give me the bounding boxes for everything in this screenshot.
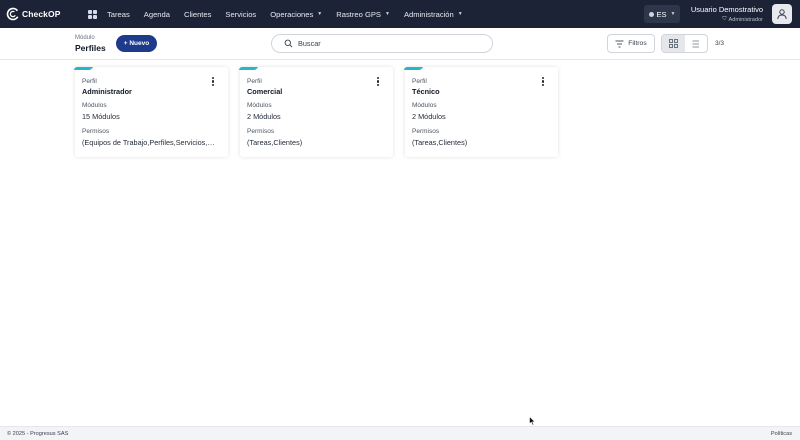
logo-text: CheckOP [22, 9, 61, 19]
page-header: Módulo Perfiles + Nuevo Filtros [0, 28, 800, 60]
nav-label: Agenda [143, 9, 170, 19]
permissions-list: (Tareas,Clientes) [247, 138, 303, 147]
caret-down-icon: ▼ [457, 11, 463, 17]
search-input[interactable] [298, 39, 468, 48]
copyright-text: © 2025 - Progresus SAS [7, 431, 69, 437]
policies-link[interactable]: Políticas [771, 431, 792, 437]
nav-item-operaciones[interactable]: Operaciones ▼ [270, 10, 322, 19]
card-accent [73, 67, 93, 70]
filter-icon [615, 40, 624, 47]
nav-item-agenda[interactable]: Agenda [144, 10, 170, 19]
modules-count: 2 Módulos [412, 112, 446, 121]
grid-icon [668, 39, 678, 48]
view-toggle [661, 34, 708, 53]
modules-count: 2 Módulos [247, 112, 281, 121]
profile-label: Perfil [412, 78, 427, 85]
nav-item-tareas[interactable]: Tareas [107, 10, 130, 19]
user-info[interactable]: Usuario Demostrativo ⛉ Administrador [691, 5, 763, 23]
globe-icon [648, 11, 654, 17]
home-grid-icon[interactable] [88, 9, 97, 19]
module-label: Módulo [75, 35, 95, 41]
permissions-label: Permisos [412, 128, 440, 135]
permissions-label: Permisos [247, 128, 275, 135]
caret-down-icon: ▼ [670, 11, 676, 17]
nav-label: Clientes [183, 9, 212, 19]
nav-label: Operaciones [270, 9, 314, 19]
page-title: Perfiles [75, 43, 106, 53]
user-name: Usuario Demostrativo [690, 5, 763, 14]
user-role: ⛉ Administrador [691, 16, 763, 23]
nav-label: Administración [403, 9, 454, 19]
checkop-logo-icon [6, 7, 20, 21]
result-count: 3/3 [715, 40, 725, 47]
profile-card[interactable]: Perfil Comercial Módulos 2 Módulos Permi… [238, 67, 393, 157]
nav-item-rastreo-gps[interactable]: Rastreo GPS ▼ [336, 10, 390, 19]
search-icon [284, 39, 293, 48]
permissions-list: (Tareas,Clientes) [412, 138, 468, 147]
more-options-icon[interactable] [376, 77, 380, 87]
shield-icon: ⛉ [722, 16, 727, 22]
filters-label: Filtros [628, 40, 647, 47]
list-view-button[interactable] [685, 35, 708, 52]
nav-label: Tareas [107, 9, 130, 19]
language-selector[interactable]: ES ▼ [644, 5, 680, 23]
profile-card[interactable]: Perfil Técnico Módulos 2 Módulos Permiso… [403, 67, 558, 157]
caret-down-icon: ▼ [317, 11, 323, 17]
user-avatar-button[interactable] [772, 4, 792, 24]
main-nav: Tareas Agenda Clientes Servicios Operaci… [107, 10, 477, 19]
profile-name: Técnico [412, 87, 440, 96]
modules-count: 15 Módulos [82, 112, 120, 121]
grid-view-button[interactable] [662, 35, 685, 52]
profile-card[interactable]: Perfil Administrador Módulos 15 Módulos … [73, 67, 228, 157]
nav-item-servicios[interactable]: Servicios [225, 10, 256, 19]
top-navbar: CheckOP Tareas Agenda Clientes Servicios… [0, 0, 800, 28]
more-options-icon[interactable] [211, 77, 215, 87]
new-profile-button[interactable]: + Nuevo [116, 35, 157, 52]
permissions-label: Permisos [82, 128, 110, 135]
footer: © 2025 - Progresus SAS Políticas [0, 426, 800, 440]
user-icon [777, 9, 787, 20]
mouse-cursor-icon [529, 416, 536, 426]
more-options-icon[interactable] [541, 77, 545, 87]
profile-name: Comercial [247, 87, 283, 96]
modules-label: Módulos [412, 102, 437, 109]
app-logo[interactable]: CheckOP [6, 7, 76, 21]
modules-label: Módulos [82, 102, 107, 109]
search-box[interactable] [271, 34, 493, 53]
caret-down-icon: ▼ [385, 11, 390, 17]
modules-label: Módulos [247, 102, 272, 109]
list-icon [692, 40, 700, 47]
profile-name: Administrador [82, 87, 132, 96]
nav-label: Servicios [225, 9, 257, 19]
profile-label: Perfil [82, 78, 97, 85]
user-role-label: Administrador [728, 16, 763, 23]
nav-item-clientes[interactable]: Clientes [184, 10, 211, 19]
card-accent [403, 67, 423, 70]
filters-button[interactable]: Filtros [607, 34, 655, 53]
permissions-list: (Equipos de Trabajo,Perfiles,Servicios,C… [82, 138, 218, 147]
nav-item-administracion[interactable]: Administración ▼ [404, 10, 463, 19]
profile-label: Perfil [247, 78, 262, 85]
language-label: ES [656, 9, 667, 19]
card-accent [238, 67, 258, 70]
nav-label: Rastreo GPS [336, 9, 381, 19]
